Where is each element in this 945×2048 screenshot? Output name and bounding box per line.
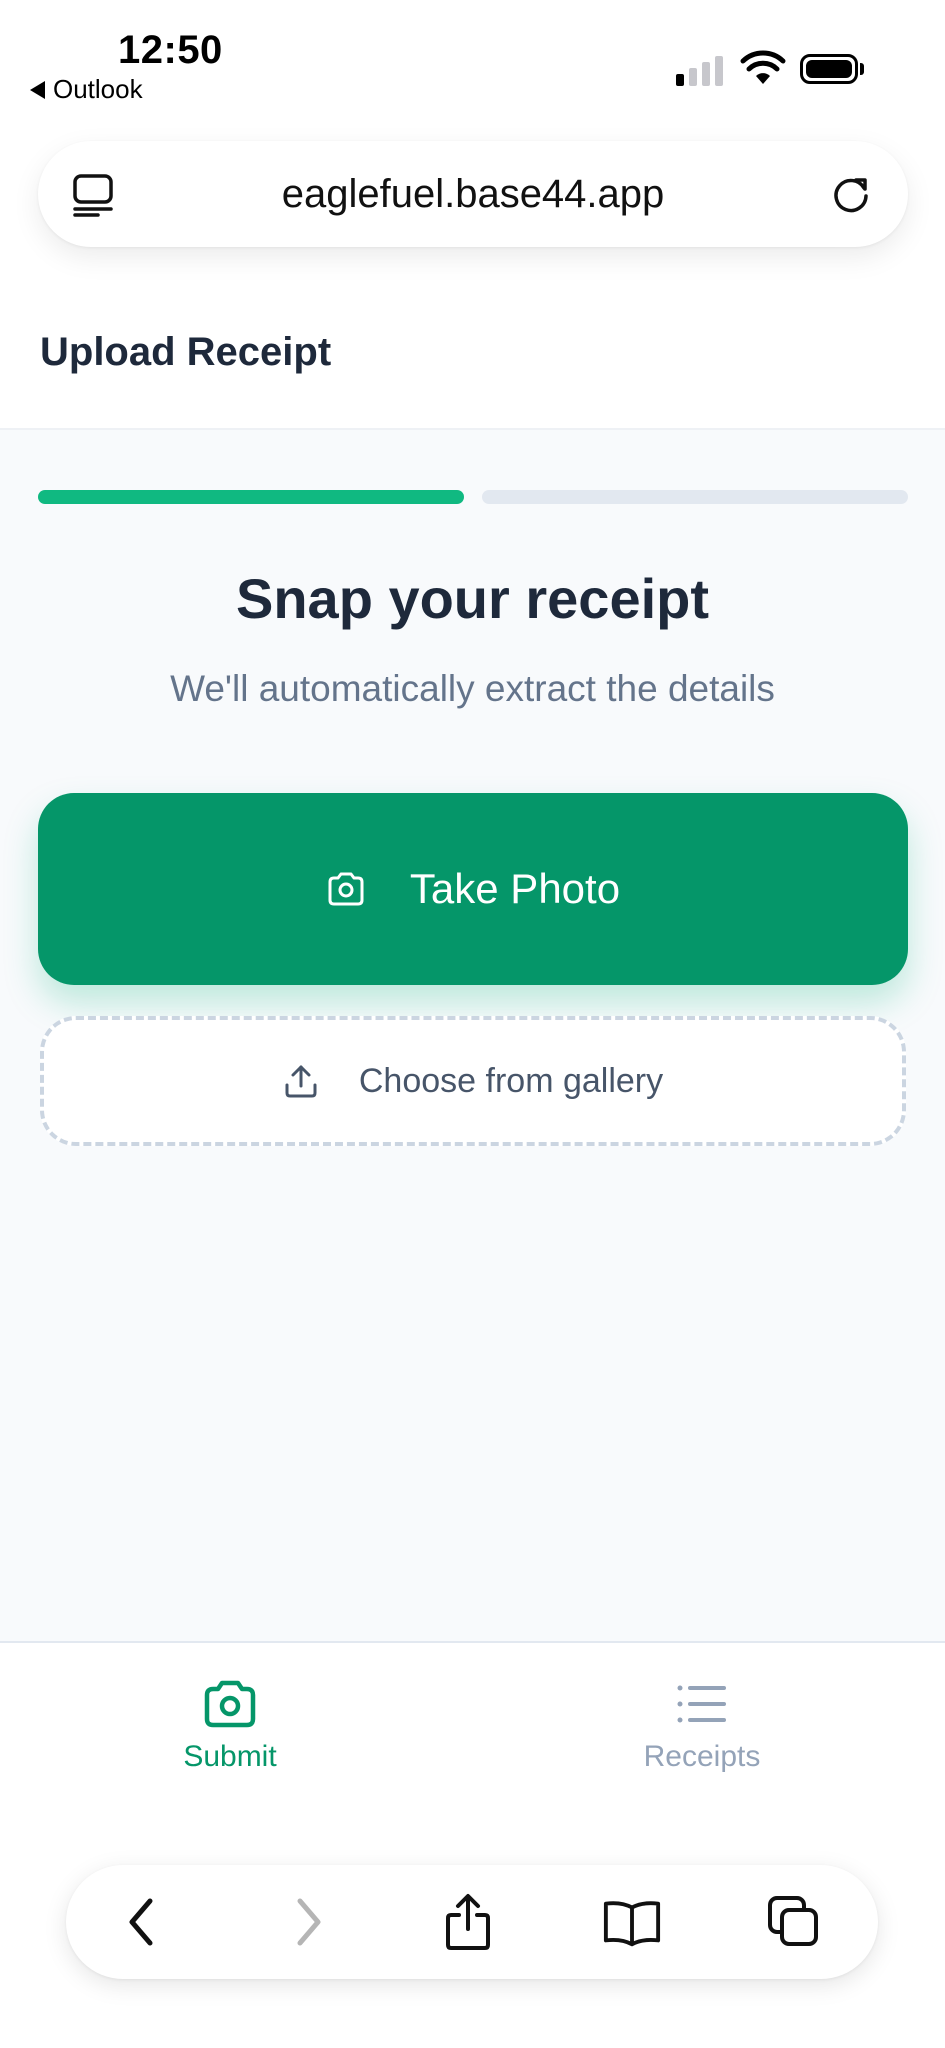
share-button[interactable] (438, 1892, 498, 1952)
take-photo-button[interactable]: Take Photo (38, 793, 908, 985)
upload-icon (285, 1065, 317, 1098)
back-triangle-icon (30, 80, 45, 99)
bookmarks-icon (603, 1901, 661, 1947)
battery-nub (860, 63, 864, 75)
hero-subtitle: We'll automatically extract the details (170, 668, 775, 709)
url-text: eaglefuel.base44.app (281, 171, 665, 216)
progress-step-2 (482, 490, 908, 504)
progress-step-1 (38, 490, 464, 504)
tabs-overview-icon (768, 1896, 818, 1946)
choose-from-gallery-button[interactable]: Choose from gallery (40, 1016, 906, 1146)
header-divider (0, 428, 945, 430)
cellular-signal-icon (676, 54, 726, 86)
tabs-overview-button[interactable] (764, 1892, 824, 1952)
nav-label-receipts: Receipts (643, 1740, 761, 1773)
battery-icon (800, 54, 858, 84)
page-title: Upload Receipt (40, 330, 332, 374)
bookmarks-button[interactable] (602, 1892, 662, 1952)
address-bar[interactable]: eaglefuel.base44.app (38, 141, 908, 247)
wifi-icon (740, 50, 786, 84)
nav-tab-receipts[interactable]: Receipts (552, 1680, 852, 1774)
nav-label-submit: Submit (183, 1740, 277, 1773)
camera-icon (328, 872, 364, 906)
bottom-nav-divider (0, 1641, 945, 1643)
camera-icon (204, 1680, 256, 1728)
back-to-app-link[interactable]: Outlook (30, 74, 143, 105)
status-time: 12:50 (118, 28, 223, 72)
list-icon (677, 1685, 726, 1723)
take-photo-label: Take Photo (409, 865, 621, 912)
back-app-label: Outlook (53, 74, 143, 104)
hero-title: Snap your receipt (235, 567, 710, 630)
browser-forward-button[interactable] (278, 1892, 338, 1952)
forward-icon (297, 1898, 321, 1946)
browser-back-button[interactable] (112, 1892, 172, 1952)
reload-icon[interactable] (828, 171, 874, 217)
nav-tab-submit[interactable]: Submit (80, 1680, 380, 1774)
share-icon (446, 1894, 490, 1950)
back-icon (129, 1898, 153, 1946)
gallery-label: Choose from gallery (358, 1061, 664, 1100)
